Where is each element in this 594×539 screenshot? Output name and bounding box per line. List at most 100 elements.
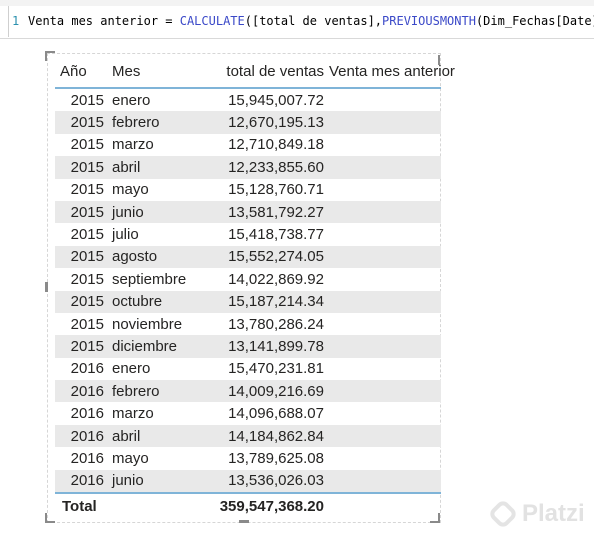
- cell-total-sales: 15,552,274.05: [200, 245, 324, 269]
- table-row: 2015 noviembre 13,780,286.24: [55, 313, 441, 335]
- column-header-total-sales[interactable]: total de ventas: [200, 56, 324, 89]
- cell-previous-month-sales: [324, 111, 441, 134]
- cell-month: febrero: [108, 380, 200, 403]
- date-column-argument: (Dim_Fechas[Date])): [475, 14, 594, 28]
- table-row: 2015 agosto 15,552,274.05: [55, 245, 441, 269]
- cell-month: noviembre: [112, 315, 183, 333]
- total-value: 359,547,368.20: [200, 492, 324, 520]
- measure-argument: ([total de ventas],: [244, 14, 383, 28]
- table-row: 2015 octubre 15,187,214.34: [55, 290, 441, 313]
- table-row: 2016 febrero 14,009,216.69: [55, 380, 441, 403]
- cell-previous-month-sales: [324, 156, 441, 179]
- cell-year: 2016: [55, 469, 108, 494]
- cell-month: enero: [112, 360, 151, 378]
- cell-previous-month-sales: [324, 358, 441, 380]
- cell-year: 2015: [55, 245, 108, 269]
- total-label: Total: [55, 492, 200, 520]
- cell-total-sales: 14,096,688.07: [228, 405, 324, 423]
- cell-month: abril: [108, 156, 200, 179]
- formula-gutter: [0, 6, 9, 37]
- table-header-row: Año Mes total de ventas Venta mes anteri…: [55, 56, 455, 89]
- cell-year: 2015: [70, 270, 104, 288]
- column-header-year[interactable]: Año: [55, 56, 108, 89]
- cell-month: diciembre: [108, 335, 200, 358]
- cell-month: octubre: [108, 290, 200, 313]
- cell-previous-month-sales: [324, 179, 441, 201]
- cell-previous-month-sales: [324, 402, 441, 424]
- cell-year: 2015: [55, 200, 108, 224]
- cell-total-sales: 15,470,231.81: [228, 360, 324, 378]
- cell-month: abril: [108, 424, 200, 448]
- cell-year: 2016: [70, 405, 104, 423]
- resize-handle-middle-bottom[interactable]: [239, 520, 249, 523]
- table-total-row: Total 359,547,368.20: [55, 492, 441, 520]
- column-header-month[interactable]: Mes: [108, 56, 200, 89]
- cell-total-sales: 13,536,026.03: [200, 469, 324, 494]
- cell-month: agosto: [108, 245, 200, 269]
- cell-total-sales: 14,009,216.69: [200, 380, 324, 403]
- watermark-text: Platzi: [522, 500, 585, 527]
- table-row: 2016 mayo 13,789,625.08: [55, 447, 441, 469]
- table-row: 2015 marzo 12,710,849.18: [55, 134, 441, 156]
- cell-year: 2016: [55, 380, 108, 403]
- cell-previous-month-sales: [324, 245, 441, 269]
- cell-previous-month-sales: [324, 88, 441, 111]
- cell-month: marzo: [112, 136, 154, 154]
- cell-total-sales: 15,418,738.77: [228, 226, 324, 244]
- cell-previous-month-sales: [324, 223, 441, 245]
- cell-previous-month-sales: [324, 335, 441, 358]
- cell-total-sales: 15,945,007.72: [228, 91, 324, 109]
- cell-total-sales: 12,710,849.18: [228, 136, 324, 154]
- previousmonth-function: PREVIOUSMONTH: [382, 14, 476, 28]
- cell-total-sales: 14,184,862.84: [200, 424, 324, 448]
- formula-line-number: 1: [12, 14, 20, 28]
- cell-total-sales: 12,670,195.13: [200, 111, 324, 134]
- cell-year: 2015: [70, 181, 104, 199]
- cell-previous-month-sales: [324, 200, 441, 224]
- cell-month: mayo: [112, 449, 149, 467]
- cell-month: julio: [112, 226, 139, 244]
- table-row: 2016 abril 14,184,862.84: [55, 424, 441, 448]
- table-row: 2015 diciembre 13,141,899.78: [55, 335, 441, 358]
- cell-year: 2015: [55, 290, 108, 313]
- dax-formula-bar[interactable]: 1 Venta mes anterior = CALCULATE([total …: [0, 6, 594, 39]
- cell-year: 2015: [55, 111, 108, 134]
- formula-code[interactable]: Venta mes anterior = CALCULATE([total de…: [28, 6, 594, 36]
- cell-year: 2015: [70, 91, 104, 109]
- resize-handle-middle-left[interactable]: [45, 282, 48, 292]
- cell-previous-month-sales: [324, 313, 441, 335]
- resize-handle-top-left-vertical[interactable]: [45, 51, 47, 61]
- table-body: 2015 enero 15,945,007.72 2015 febrero 12,670,…: [55, 88, 441, 494]
- cell-total-sales: 14,022,869.92: [228, 270, 324, 288]
- cell-previous-month-sales: [324, 424, 441, 448]
- table-row: 2015 enero 15,945,007.72: [55, 88, 441, 111]
- cell-previous-month-sales: [324, 290, 441, 313]
- cell-month: junio: [108, 200, 200, 224]
- cell-previous-month-sales: [324, 268, 441, 290]
- cell-total-sales: 13,141,899.78: [200, 335, 324, 358]
- platzi-watermark: Platzi: [487, 498, 585, 530]
- table-row: 2016 junio 13,536,026.03: [55, 469, 441, 494]
- table-row: 2015 febrero 12,670,195.13: [55, 111, 441, 134]
- resize-handle-bottom-left-vertical[interactable]: [45, 513, 47, 523]
- cell-month: marzo: [112, 405, 154, 423]
- cell-previous-month-sales: [324, 447, 441, 469]
- column-header-previous-month-sales[interactable]: Venta mes anterior: [324, 56, 455, 89]
- cell-previous-month-sales: [324, 134, 441, 156]
- total-previous-month-cell: [324, 492, 441, 520]
- cell-month: mayo: [112, 181, 149, 199]
- cell-year: 2016: [70, 360, 104, 378]
- cell-year: 2015: [55, 335, 108, 358]
- table-row: 2015 abril 12,233,855.60: [55, 156, 441, 179]
- cell-year: 2016: [70, 449, 104, 467]
- cell-total-sales: 13,581,792.27: [200, 200, 324, 224]
- table-row: 2015 mayo 15,128,760.71: [55, 179, 441, 201]
- cell-year: 2015: [55, 156, 108, 179]
- cell-month: junio: [108, 469, 200, 494]
- table-row: 2015 julio 15,418,738.77: [55, 223, 441, 245]
- table-row: 2016 enero 15,470,231.81: [55, 358, 441, 380]
- cell-total-sales: 13,780,286.24: [228, 315, 324, 333]
- cell-month: febrero: [108, 111, 200, 134]
- table-row: 2015 septiembre 14,022,869.92: [55, 268, 441, 290]
- cell-total-sales: 15,128,760.71: [228, 181, 324, 199]
